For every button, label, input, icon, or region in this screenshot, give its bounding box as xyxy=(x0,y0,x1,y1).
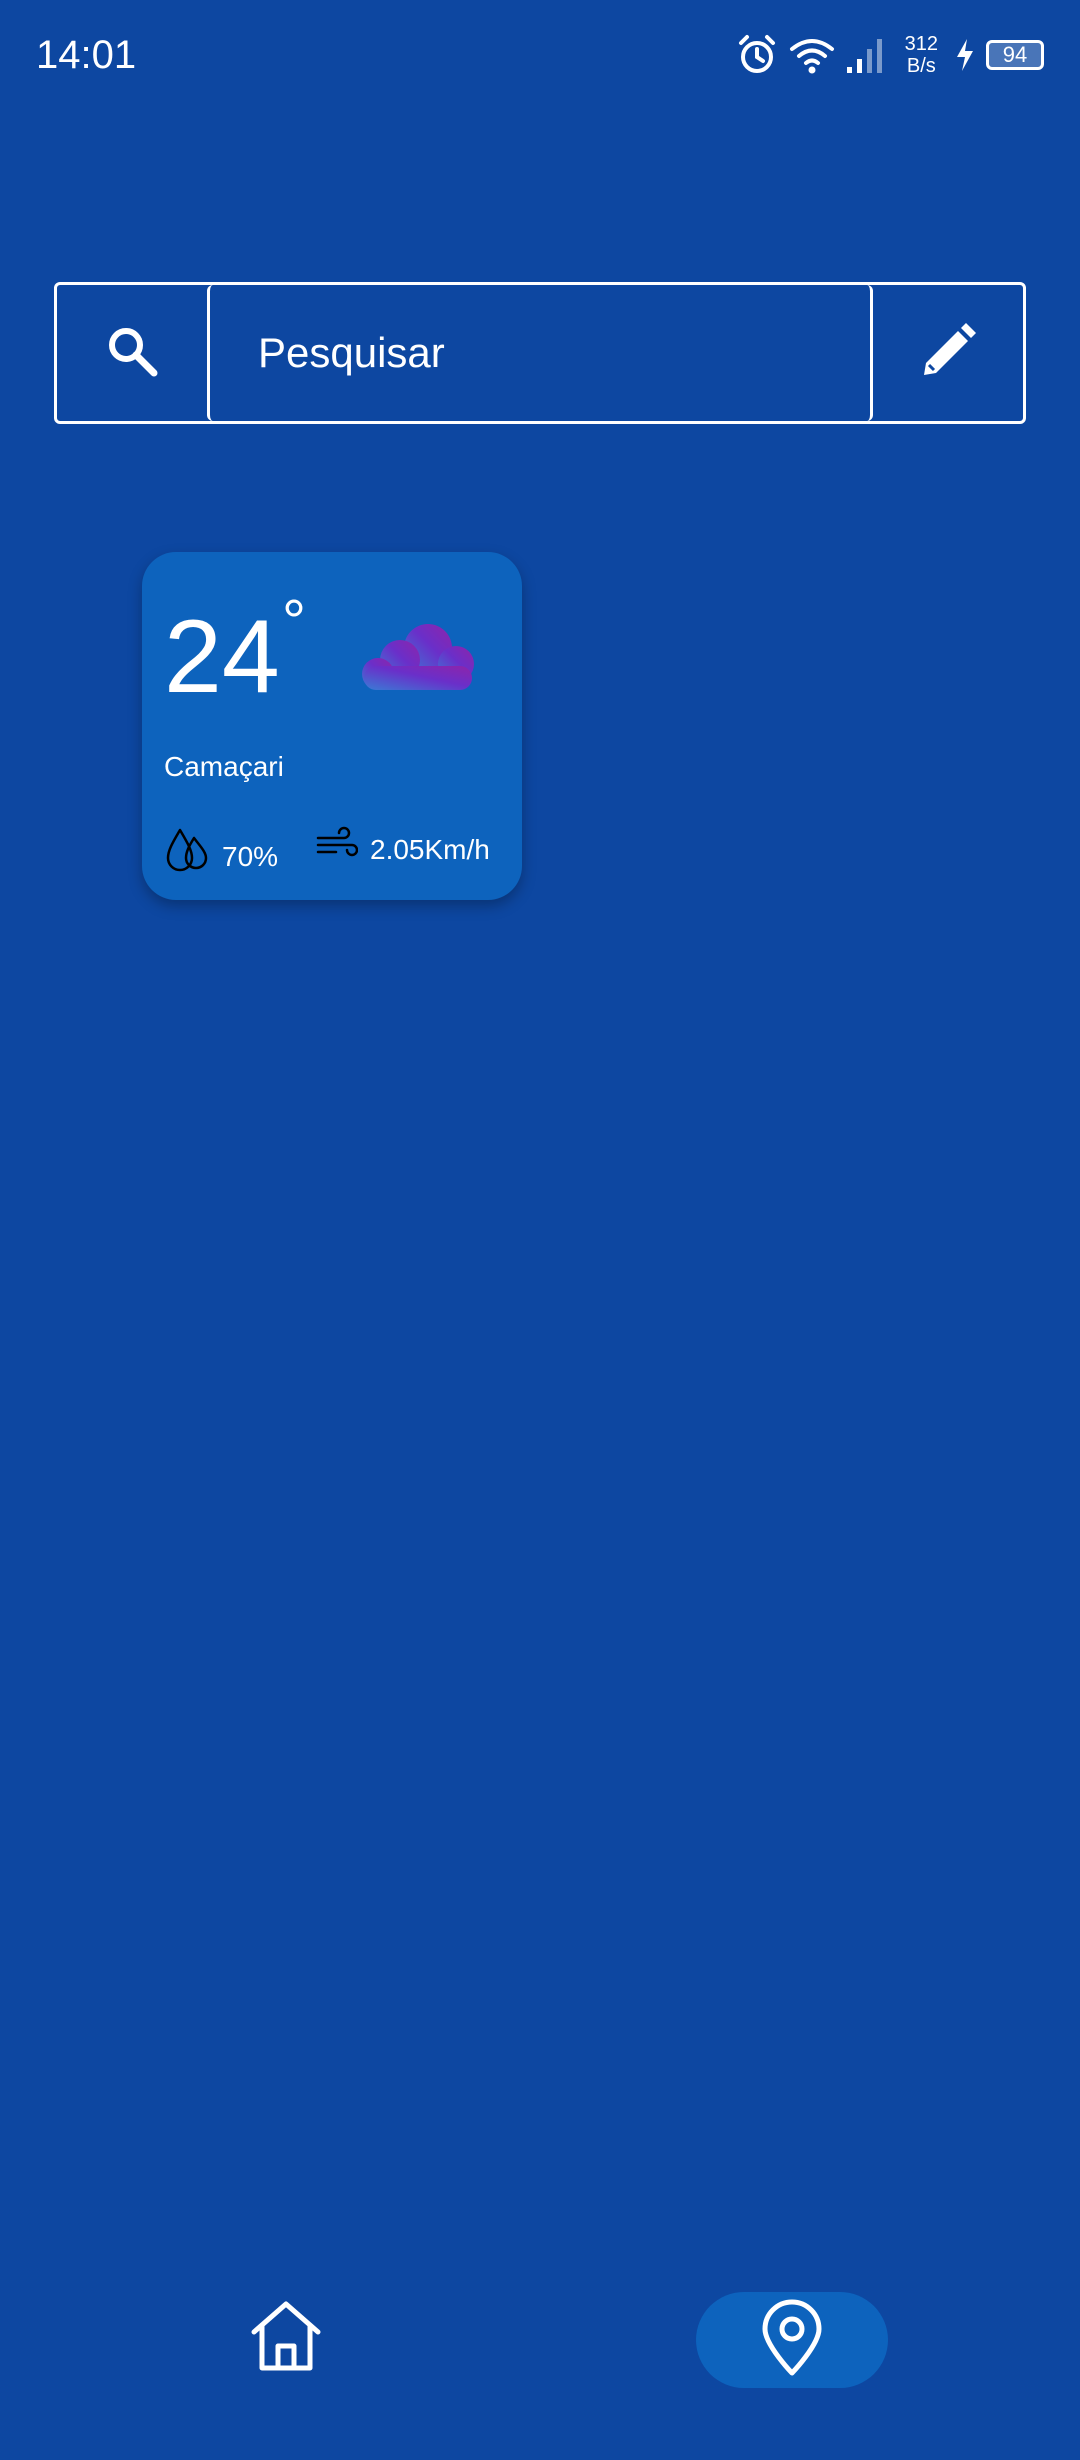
search-icon xyxy=(104,323,160,384)
wind-icon xyxy=(316,826,359,873)
nav-home-button[interactable] xyxy=(236,2290,336,2386)
wind-value: 2.05Km/h xyxy=(370,833,490,865)
alarm-icon xyxy=(735,33,779,77)
location-pin-icon xyxy=(759,2299,825,2382)
net-speed-value: 312 xyxy=(904,33,938,55)
degree-symbol: ° xyxy=(282,588,306,655)
edit-button[interactable] xyxy=(873,285,1023,421)
net-speed: 312 B/s xyxy=(905,33,938,77)
search-button[interactable] xyxy=(57,285,207,421)
temperature: 24 xyxy=(164,599,280,715)
search-input[interactable] xyxy=(256,328,870,378)
city-name: Camaçari xyxy=(164,751,284,782)
app-screen: 14:01 312 B/s 94 Pesquisar 24 ° Camaçari… xyxy=(0,0,1080,2460)
status-bar: 14:01 312 B/s 94 xyxy=(0,0,1080,110)
search-bar xyxy=(54,282,1026,424)
charging-icon xyxy=(954,37,976,73)
battery-level: 94 xyxy=(1002,42,1028,67)
battery-icon: 94 xyxy=(986,40,1044,70)
droplets-icon xyxy=(164,826,210,887)
wifi-icon xyxy=(789,35,835,75)
search-field[interactable] xyxy=(207,285,873,421)
wind-stat: 2.05Km/h xyxy=(316,826,490,873)
cloud-icon xyxy=(350,620,480,701)
signal-icon xyxy=(845,35,889,75)
humidity-stat: 70% xyxy=(164,826,278,887)
net-speed-unit: B/s xyxy=(906,55,936,77)
home-icon xyxy=(246,2296,326,2381)
nav-location-button[interactable] xyxy=(696,2292,888,2388)
status-icons: 312 B/s 94 xyxy=(735,30,1044,80)
pencil-icon xyxy=(918,321,978,386)
humidity-value: 70% xyxy=(222,840,279,872)
status-time: 14:01 xyxy=(36,33,137,77)
weather-card[interactable]: 24 ° Camaçari 70% 2.05Km/h xyxy=(142,552,522,900)
